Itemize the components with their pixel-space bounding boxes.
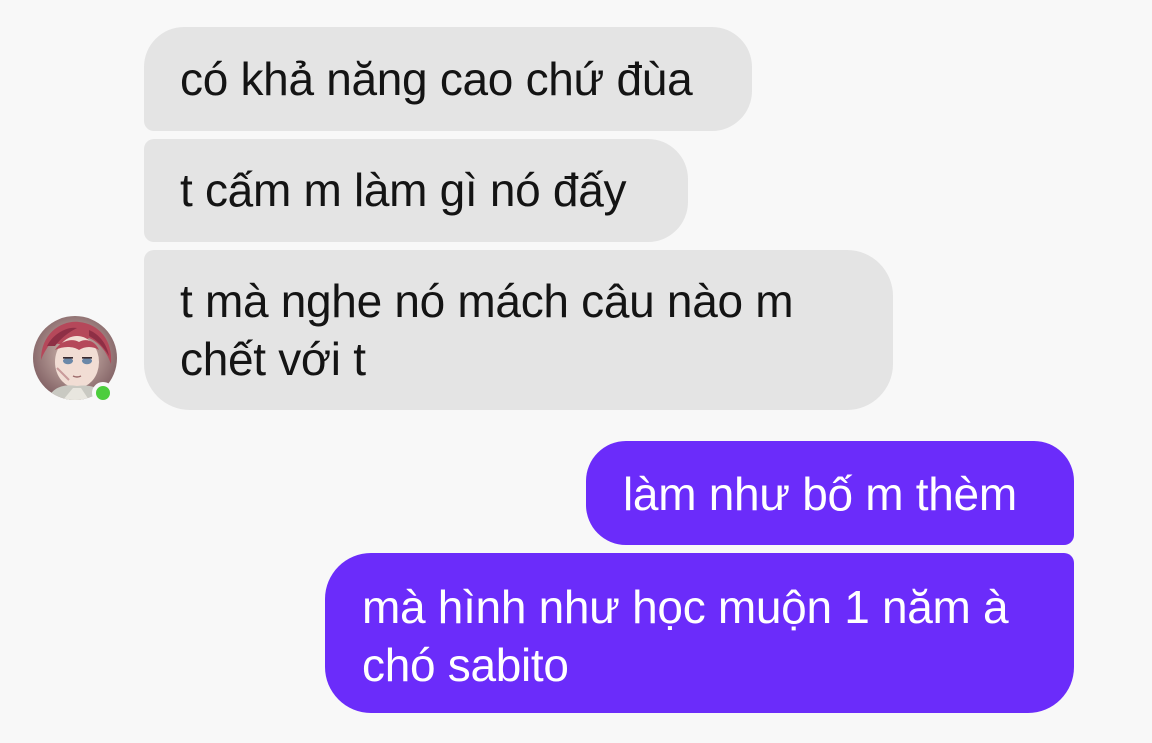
message-text: t mà nghe nó mách câu nào m [180, 275, 794, 327]
incoming-message[interactable]: t mà nghe nó mách câu nào m chết với t [144, 250, 893, 410]
message-text: mà hình như học muộn 1 năm à [362, 581, 1009, 633]
message-text: làm như bố m thèm [623, 468, 1017, 520]
message-text: chó sabito [362, 639, 569, 691]
incoming-message[interactable]: t cấm m làm gì nó đấy [144, 139, 688, 242]
message-text: có khả năng cao chứ đùa [180, 53, 693, 105]
message-text: chết với t [180, 333, 366, 385]
message-text: t cấm m làm gì nó đấy [180, 164, 627, 216]
chat-thread: có khả năng cao chứ đùa t cấm m làm gì n… [0, 0, 1152, 743]
online-status-dot [92, 382, 114, 404]
incoming-message[interactable]: có khả năng cao chứ đùa [144, 27, 752, 131]
outgoing-message[interactable]: mà hình như học muộn 1 năm à chó sabito [325, 553, 1074, 713]
outgoing-message[interactable]: làm như bố m thèm [586, 441, 1074, 545]
